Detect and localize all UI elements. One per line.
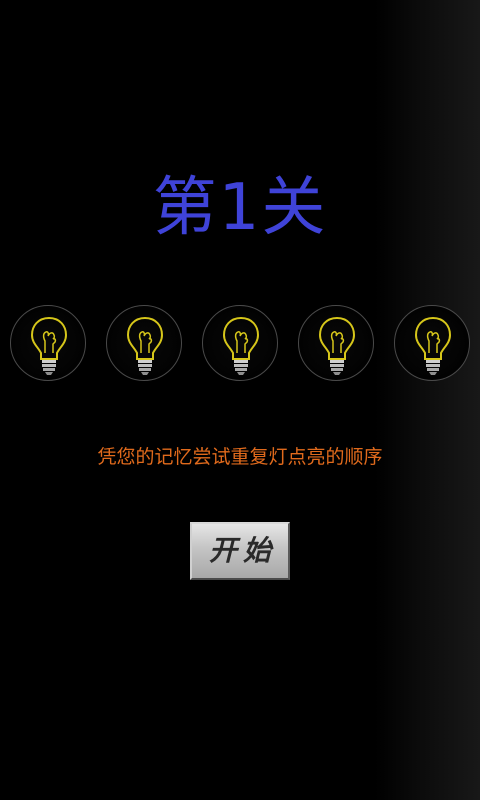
level-title: 第1关 bbox=[152, 171, 328, 245]
game-screen: 第1关 凭您的记忆尝试重复灯点亮的顺序 开始 bbox=[0, 0, 480, 800]
bulb-button-2[interactable] bbox=[106, 305, 182, 381]
bulb-button-3[interactable] bbox=[202, 305, 278, 381]
bulb-button-4[interactable] bbox=[298, 305, 374, 381]
start-button[interactable]: 开始 bbox=[190, 522, 290, 580]
bulb-button-5[interactable] bbox=[394, 305, 470, 381]
light-bulb-icon bbox=[222, 316, 260, 375]
bulb-row bbox=[10, 305, 480, 383]
instruction-text: 凭您的记忆尝试重复灯点亮的顺序 bbox=[97, 446, 383, 468]
light-bulb-icon bbox=[318, 316, 356, 375]
bulb-button-1[interactable] bbox=[10, 305, 86, 381]
light-bulb-icon bbox=[126, 316, 164, 375]
light-bulb-icon bbox=[30, 316, 68, 375]
light-bulb-icon bbox=[414, 316, 452, 375]
